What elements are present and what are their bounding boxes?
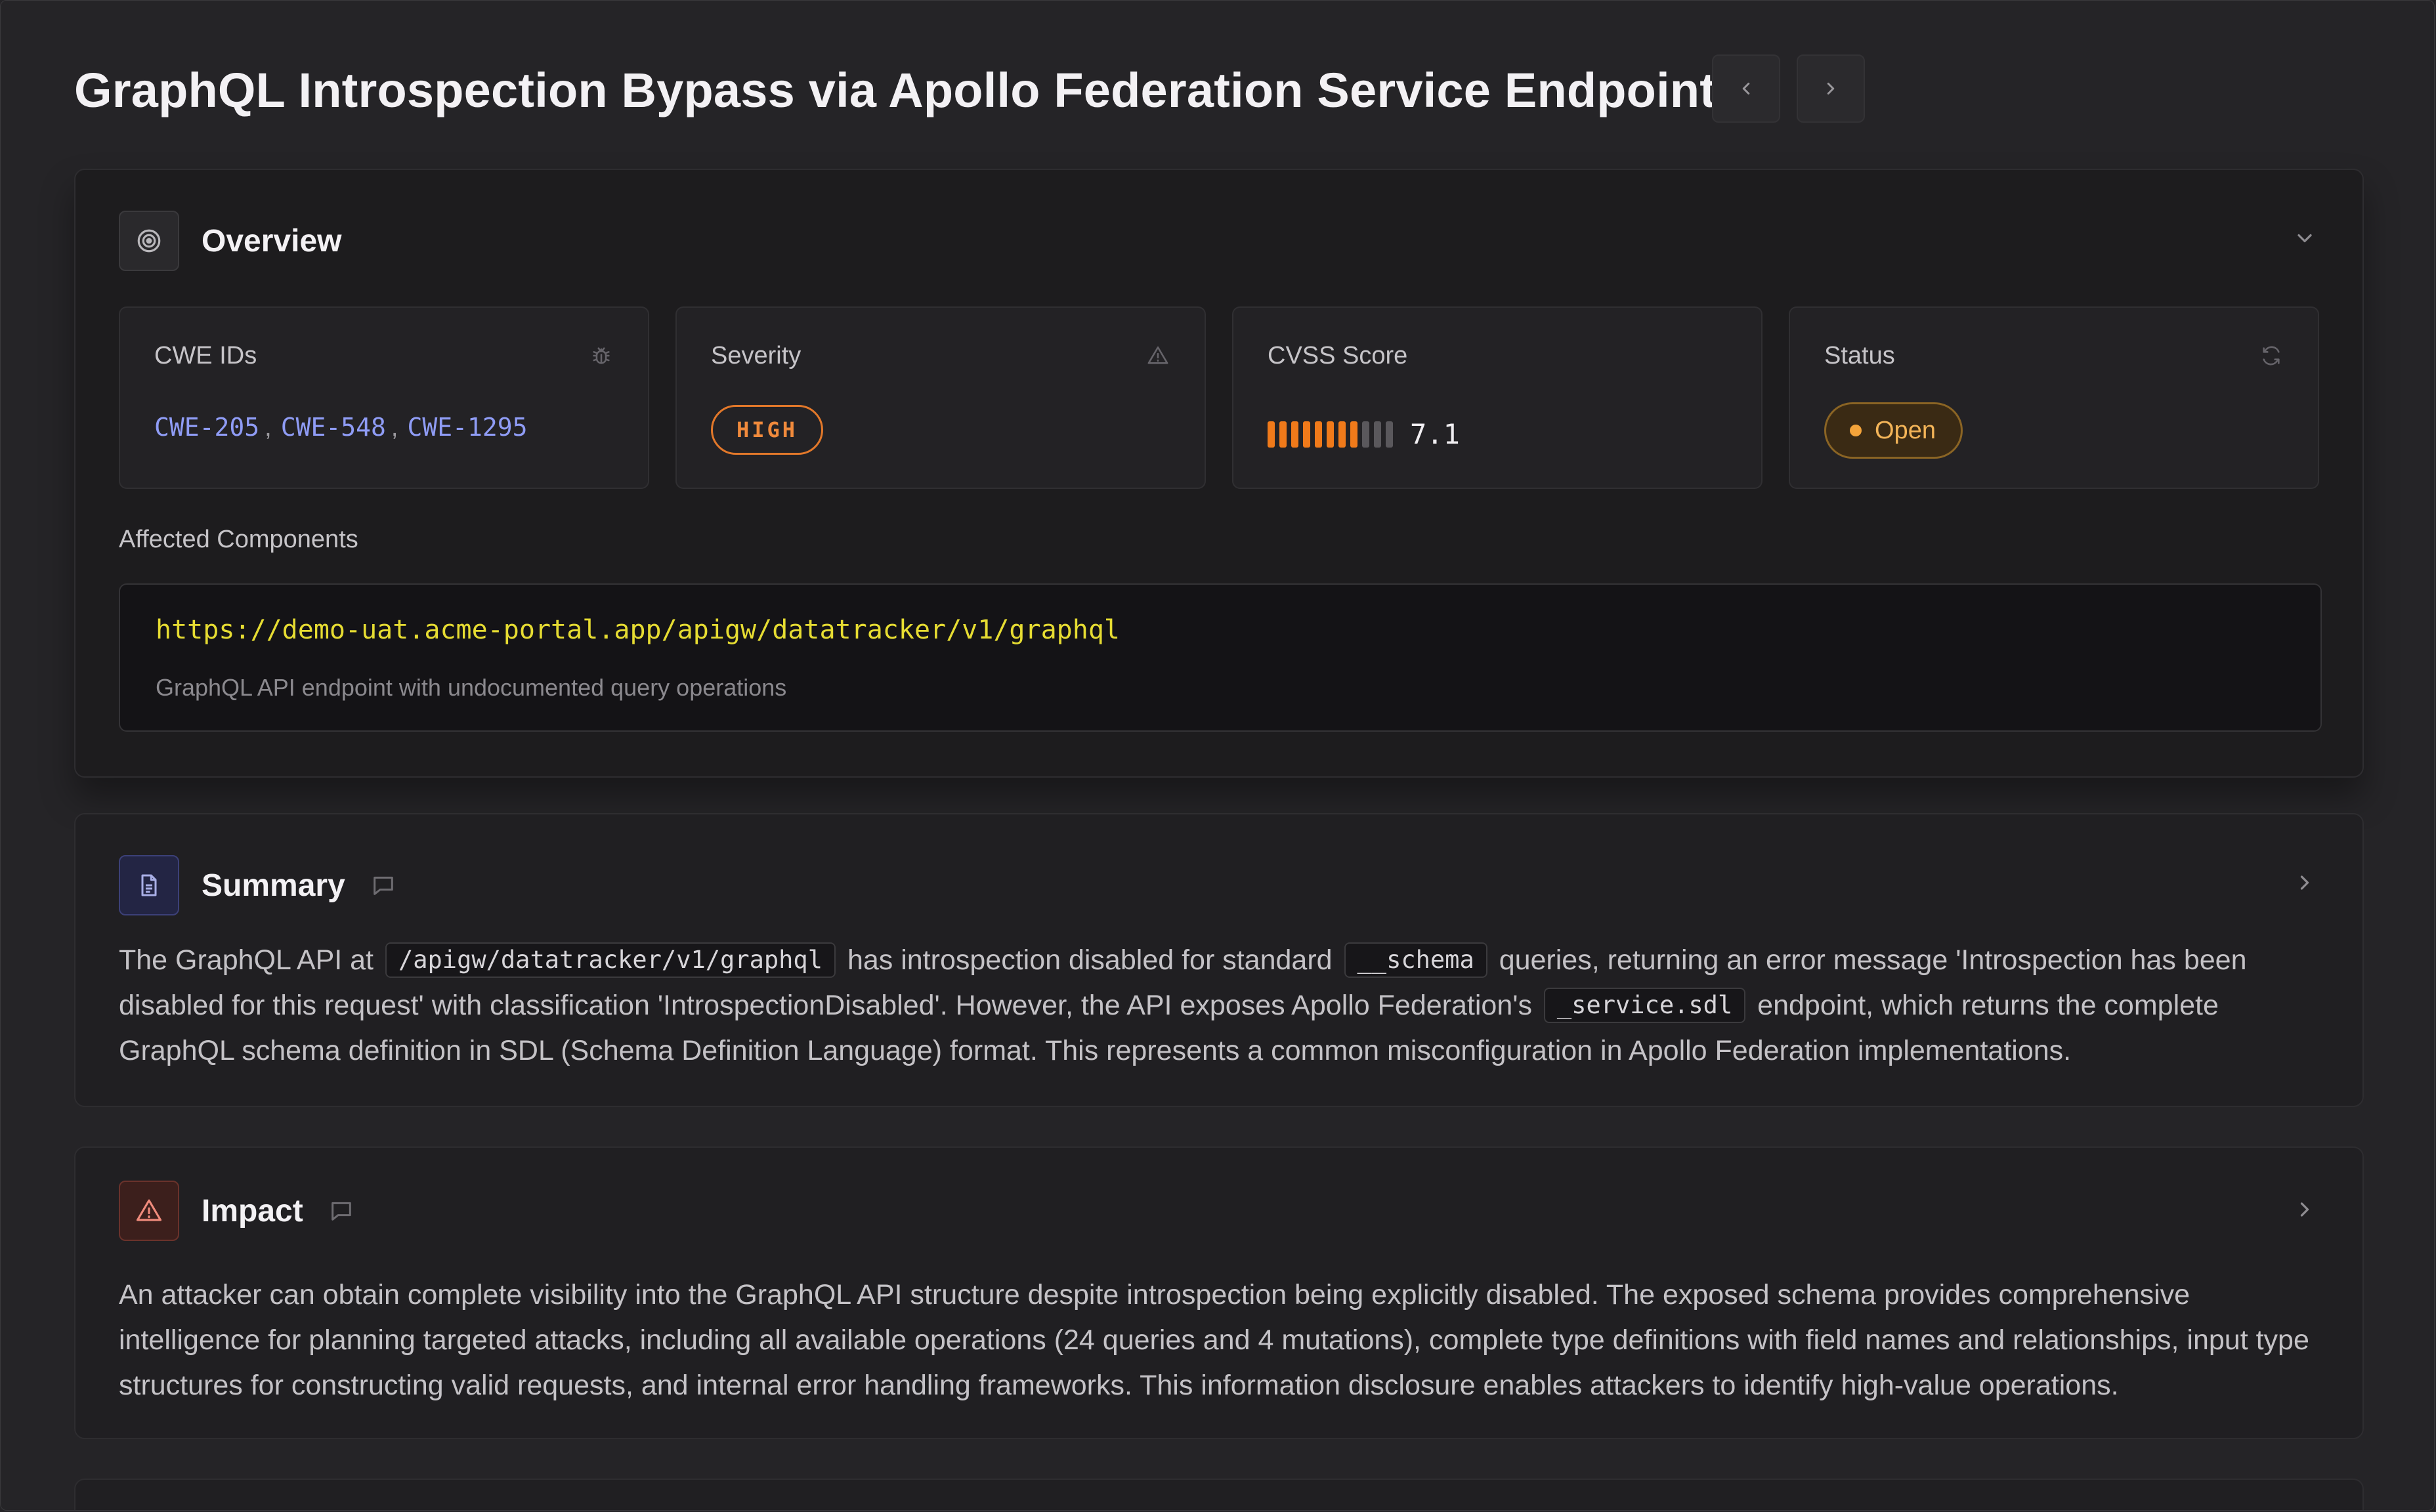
cwe-separator: , [391,414,398,442]
inline-code: _service.sdl [1543,988,1746,1023]
overview-title: Overview [202,223,342,259]
summary-text: The GraphQL API at /apigw/datatracker/v1… [119,938,2324,1074]
cvss-segment-filled [1279,421,1287,448]
alert-triangle-icon [1147,345,1169,370]
chevron-down-icon [2297,234,2312,243]
inline-code: __schema [1344,942,1487,978]
cvss-score-row: 7.1 [1268,418,1460,450]
previous-finding-button[interactable] [1712,54,1780,123]
comment-button[interactable] [370,872,396,898]
page-title: GraphQL Introspection Bypass via Apollo … [74,62,1717,117]
summary-icon-box [119,855,179,915]
impact-text: An attacker can obtain complete visibili… [119,1279,2309,1401]
cwe-link[interactable]: CWE-548 [281,413,386,442]
chevron-right-icon [1827,83,1835,94]
status-badge[interactable]: Open [1824,402,1963,459]
cwe-list: CWE-205 , CWE-548 , CWE-1295 [154,413,527,442]
affected-components-label: Affected Components [119,526,358,553]
impact-title: Impact [202,1193,303,1228]
cvss-tile: CVSS Score 7.1 [1232,306,1763,489]
impact-expand-button[interactable] [2293,1198,2317,1221]
comment-icon [331,1202,351,1221]
comment-button[interactable] [328,1198,354,1224]
document-icon [141,874,157,896]
cwe-label: CWE IDs [154,342,257,369]
next-section-card [74,1479,2364,1510]
cvss-score-value: 7.1 [1410,418,1460,450]
overview-icon-box [119,211,179,271]
status-value: Open [1875,416,1936,444]
warning-icon [136,1199,162,1221]
summary-card: Summary The GraphQL API at /apigw/datatr… [74,813,2364,1107]
inline-code: /apigw/datatracker/v1/graphql [385,942,836,978]
impact-header[interactable]: Impact [119,1179,354,1242]
cvss-label: CVSS Score [1268,342,1408,369]
status-label: Status [1824,342,1895,369]
cvss-segment-filled [1327,421,1334,448]
next-finding-button[interactable] [1797,54,1865,123]
overview-header[interactable]: Overview [119,209,341,272]
refresh-icon[interactable] [2260,345,2282,370]
impact-icon-box [119,1181,179,1241]
chevron-right-icon [2300,1202,2309,1217]
cvss-segment-filled [1315,421,1322,448]
status-tile: Status Open [1789,306,2319,489]
cvss-segment-empty [1362,421,1369,448]
summary-header[interactable]: Summary [119,854,396,917]
cvss-meter [1268,421,1393,448]
summary-title: Summary [202,868,345,903]
comment-icon [373,876,393,895]
severity-label: Severity [711,342,801,369]
cvss-segment-empty [1374,421,1381,448]
cwe-separator: , [265,414,272,442]
status-dot [1850,425,1862,436]
impact-card: Impact An attacker can obtain complete v… [74,1146,2364,1439]
cvss-segment-filled [1350,421,1357,448]
cwe-link[interactable]: CWE-205 [154,413,259,442]
cwe-tile: CWE IDs CWE-205 , CWE-548 , CWE-1295 [119,306,649,489]
overview-collapse-button[interactable] [2293,226,2317,250]
page-header: GraphQL Introspection Bypass via Apollo … [74,54,1716,125]
cvss-segment-empty [1386,421,1393,448]
summary-expand-button[interactable] [2293,871,2317,894]
cvss-segment-filled [1303,421,1310,448]
severity-badge: HIGH [711,405,824,455]
cvss-segment-filled [1268,421,1275,448]
bug-icon [590,345,612,370]
target-icon [137,229,161,253]
summary-text-part: has introspection disabled for standard [847,944,1333,976]
affected-component-item: https://demo-uat.acme-portal.app/apigw/d… [119,583,2322,732]
chevron-right-icon [2300,875,2309,890]
cvss-segment-filled [1338,421,1346,448]
summary-text-part: The GraphQL API at [119,944,374,976]
cvss-segment-filled [1291,421,1298,448]
chevron-left-icon [1742,83,1750,94]
cwe-link[interactable]: CWE-1295 [407,413,527,442]
overview-card: Overview CWE IDs CWE-205 , CWE-548 , CWE… [74,169,2364,778]
component-description: GraphQL API endpoint with undocumented q… [156,674,787,701]
app-window: GraphQL Introspection Bypass via Apollo … [0,0,2435,1511]
component-url[interactable]: https://demo-uat.acme-portal.app/apigw/d… [156,615,1120,645]
severity-tile: Severity HIGH [675,306,1206,489]
